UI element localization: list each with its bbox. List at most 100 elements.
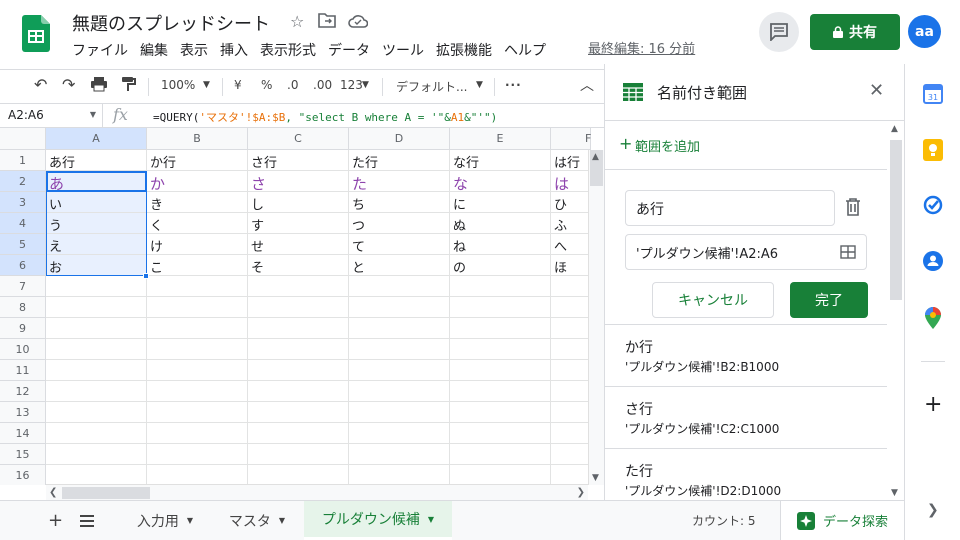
move-folder-icon[interactable] [318, 12, 336, 32]
row-header[interactable]: 14 [0, 423, 46, 444]
grid-cell[interactable]: け [147, 234, 248, 255]
scroll-right-icon[interactable]: ❯ [577, 487, 585, 498]
grid-cell[interactable]: ひ [551, 192, 591, 213]
last-edit-link[interactable]: 最終編集: 16 分前 [588, 38, 695, 57]
expand-rail-icon[interactable]: ❯ [927, 502, 939, 518]
grid-cell[interactable] [450, 318, 551, 339]
row-header[interactable]: 7 [0, 276, 46, 297]
grid-cell[interactable] [147, 339, 248, 360]
add-range-link[interactable]: 範囲を追加 [635, 136, 700, 155]
row-header[interactable]: 11 [0, 360, 46, 381]
sheet-tab-dropdown-icon[interactable]: ▼ [187, 516, 193, 525]
add-icon[interactable]: + [619, 134, 632, 153]
scroll-left-icon[interactable]: ❮ [49, 487, 57, 498]
grid-cell[interactable] [551, 360, 591, 381]
row-header[interactable]: 16 [0, 465, 46, 485]
all-sheets-icon[interactable] [80, 501, 94, 540]
column-header[interactable]: F [551, 128, 591, 150]
panel-scrollbar[interactable]: ▲ ▼ [887, 122, 905, 500]
vertical-scrollbar[interactable]: ▲ ▼ [588, 150, 604, 485]
redo-icon[interactable]: ↷ [62, 75, 75, 94]
grid-cell[interactable]: の [450, 255, 551, 276]
grid-cell[interactable] [349, 465, 450, 485]
horizontal-scrollbar[interactable]: ❮ ❯ [46, 484, 588, 500]
grid-cell[interactable] [349, 276, 450, 297]
grid-cell[interactable]: そ [248, 255, 349, 276]
grid-cell[interactable] [551, 444, 591, 465]
font-dropdown-icon[interactable]: ▼ [476, 80, 483, 90]
menu-tools[interactable]: ツール [382, 40, 424, 60]
grid-cell[interactable] [248, 318, 349, 339]
grid-cell[interactable]: せ [248, 234, 349, 255]
star-icon[interactable]: ☆ [290, 12, 304, 31]
menu-insert[interactable]: 挿入 [220, 40, 248, 60]
grid-cell[interactable]: ね [450, 234, 551, 255]
grid-cell[interactable] [551, 297, 591, 318]
grid-cell[interactable]: な [450, 171, 551, 192]
grid-cell[interactable]: く [147, 213, 248, 234]
grid-cell[interactable]: さ行 [248, 150, 349, 171]
name-box[interactable]: A2:A6 ▼ [0, 104, 103, 128]
grid-cell[interactable]: た [349, 171, 450, 192]
grid-cell[interactable] [147, 360, 248, 381]
grid-cell[interactable] [46, 444, 147, 465]
grid-cell[interactable]: と [349, 255, 450, 276]
more-options-icon[interactable]: ··· [505, 78, 522, 92]
sheet-tab-dropdown-icon[interactable]: ▼ [428, 515, 434, 524]
grid-cell[interactable] [349, 402, 450, 423]
scroll-down-icon[interactable]: ▼ [592, 473, 599, 483]
sheet-tab-dropdown-candidates[interactable]: プルダウン候補 ▼ [304, 501, 452, 540]
menu-file[interactable]: ファイル [72, 40, 128, 60]
contacts-icon[interactable] [923, 251, 943, 271]
grid-cell[interactable] [147, 465, 248, 485]
menu-extensions[interactable]: 拡張機能 [436, 40, 492, 60]
formula-input[interactable]: =QUERY('マスタ'!$A:$B, "select B where A = … [153, 109, 497, 125]
sheet-tab-dropdown-icon[interactable]: ▼ [279, 516, 285, 525]
currency-format-button[interactable]: ¥ [234, 78, 242, 92]
sheets-logo-icon[interactable] [22, 15, 50, 52]
column-header[interactable]: B [147, 128, 248, 150]
select-range-icon[interactable] [840, 245, 856, 259]
grid-cell[interactable] [450, 276, 551, 297]
grid-cell[interactable] [46, 297, 147, 318]
grid-cell[interactable] [551, 339, 591, 360]
grid-cell[interactable] [551, 402, 591, 423]
grid-cell[interactable]: し [248, 192, 349, 213]
grid-cell[interactable] [551, 276, 591, 297]
grid-cell[interactable] [248, 402, 349, 423]
more-formats-button[interactable]: 123 [340, 78, 363, 92]
grid-cell[interactable] [46, 339, 147, 360]
grid-cell[interactable]: は行 [551, 150, 591, 171]
calendar-icon[interactable]: 31 [923, 84, 943, 104]
grid-cell[interactable] [349, 360, 450, 381]
grid-cell[interactable] [349, 339, 450, 360]
grid-cell[interactable] [248, 276, 349, 297]
column-header[interactable]: A [46, 128, 147, 150]
select-all-corner[interactable] [0, 128, 46, 150]
grid-cell[interactable] [248, 381, 349, 402]
sheet-tab-master[interactable]: マスタ ▼ [212, 501, 302, 540]
grid-cell[interactable] [551, 465, 591, 485]
range-name-input[interactable]: あ行 [625, 190, 835, 226]
print-icon[interactable] [90, 76, 108, 95]
column-header[interactable]: C [248, 128, 349, 150]
grid-cell[interactable] [248, 339, 349, 360]
cloud-status-icon[interactable] [348, 13, 369, 32]
percent-format-button[interactable]: % [261, 78, 272, 92]
row-header[interactable]: 5 [0, 234, 46, 255]
row-header[interactable]: 8 [0, 297, 46, 318]
grid-cell[interactable]: あ行 [46, 150, 147, 171]
grid-cell[interactable]: す [248, 213, 349, 234]
delete-icon[interactable] [845, 198, 861, 216]
maps-icon[interactable] [924, 307, 942, 329]
close-icon[interactable]: ✕ [869, 80, 884, 101]
add-sheet-icon[interactable]: + [48, 501, 63, 540]
grid-cell[interactable]: か [147, 171, 248, 192]
grid-cell[interactable] [46, 318, 147, 339]
grid-cell[interactable]: に [450, 192, 551, 213]
grid-cell[interactable] [147, 402, 248, 423]
document-title[interactable]: 無題のスプレッドシート [72, 10, 270, 36]
undo-icon[interactable]: ↶ [34, 75, 47, 94]
horizontal-scroll-thumb[interactable] [62, 487, 150, 499]
grid-cell[interactable] [147, 423, 248, 444]
